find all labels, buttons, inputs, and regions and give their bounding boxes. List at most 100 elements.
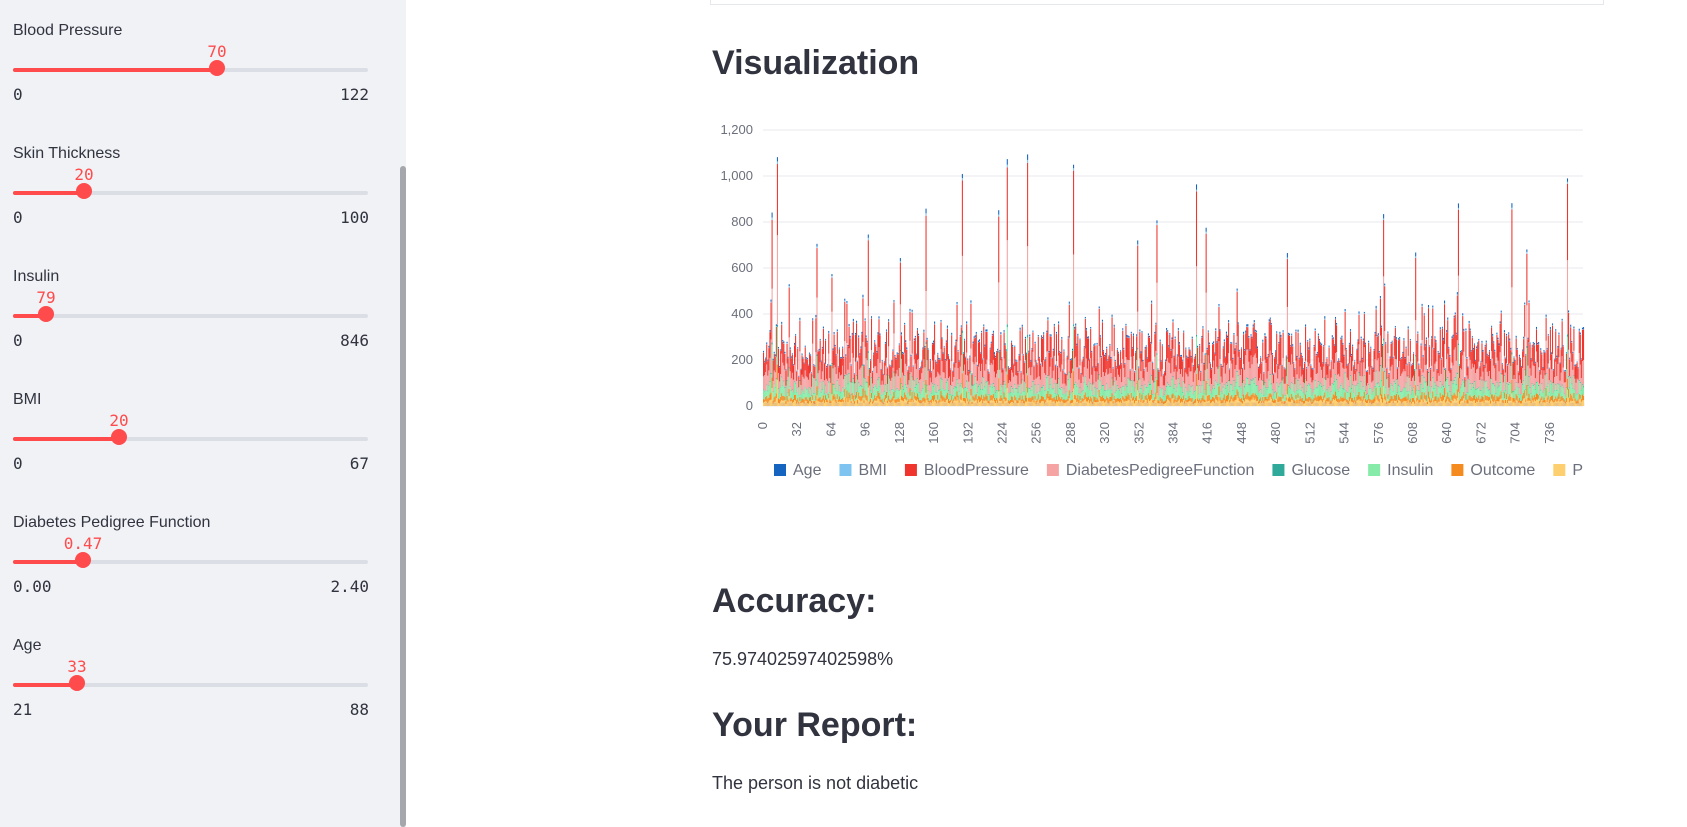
- bar-segment: [924, 402, 926, 406]
- bar-segment: [1223, 339, 1225, 342]
- bar-segment: [1064, 373, 1066, 384]
- bar-segment: [976, 366, 978, 381]
- bar-segment: [1034, 384, 1036, 386]
- bar-segment: [1015, 374, 1017, 389]
- bar-segment: [862, 364, 864, 366]
- bar-segment: [915, 384, 917, 385]
- bar-segment: [1155, 324, 1157, 351]
- bar-segment: [951, 335, 953, 362]
- bar-segment: [819, 338, 821, 340]
- slider-thumb[interactable]: [38, 306, 54, 322]
- bar-segment: [1094, 396, 1096, 403]
- slider-track[interactable]: 79: [13, 288, 368, 322]
- bar-segment: [918, 334, 920, 336]
- bar-segment: [1139, 377, 1141, 379]
- bar-segment: [1204, 399, 1206, 403]
- bar-segment: [898, 402, 900, 406]
- bar-segment: [999, 351, 1001, 352]
- bar-segment: [1084, 392, 1086, 399]
- bar-segment: [776, 157, 778, 162]
- bar-segment: [774, 354, 776, 356]
- bar-segment: [932, 385, 935, 387]
- bar-segment: [1177, 394, 1179, 401]
- bar-segment: [781, 376, 783, 378]
- bar-segment: [975, 383, 977, 384]
- bar-segment: [838, 349, 840, 373]
- bar-segment: [1213, 385, 1215, 398]
- bar-segment: [873, 402, 875, 406]
- bar-segment: [1280, 382, 1282, 397]
- bar-segment: [1141, 385, 1143, 395]
- bar-segment: [895, 399, 897, 403]
- bar-segment: [974, 335, 976, 338]
- bar-segment: [951, 386, 953, 396]
- bar-segment: [1175, 366, 1177, 380]
- slider-track[interactable]: 0.47: [13, 534, 368, 568]
- bar-segment: [1248, 361, 1250, 385]
- bar-segment: [1218, 341, 1220, 366]
- slider-thumb[interactable]: [69, 675, 85, 691]
- bar-segment: [1119, 390, 1121, 391]
- bar-segment: [949, 358, 951, 360]
- slider-skin-thickness: Skin Thickness 20 0 100: [13, 145, 369, 263]
- bar-segment: [1057, 399, 1059, 402]
- bar-segment: [949, 403, 951, 406]
- bar-segment: [1126, 337, 1128, 360]
- bar-chart[interactable]: 02004006008001,0001,2000 32 64 96 128 160 192 2…: [706, 110, 1606, 530]
- bar-segment: [928, 370, 930, 386]
- bar-segment: [857, 360, 859, 362]
- bar-segment: [1318, 339, 1320, 341]
- bar-segment: [852, 377, 854, 379]
- bar-segment: [957, 395, 959, 401]
- bar-segment: [1004, 396, 1006, 402]
- bar-segment: [1241, 367, 1244, 369]
- slider-thumb[interactable]: [111, 429, 127, 445]
- bar-segment: [1320, 382, 1322, 384]
- bar-segment: [1206, 383, 1208, 384]
- bar-segment: [1338, 391, 1340, 392]
- bar-segment: [1115, 402, 1117, 406]
- bar-segment: [891, 359, 893, 361]
- bar-segment: [1322, 362, 1324, 364]
- bar-segment: [1219, 383, 1221, 385]
- slider-track[interactable]: 20: [13, 165, 368, 199]
- bar-segment: [922, 397, 924, 402]
- bar-segment: [1159, 396, 1161, 402]
- slider-thumb[interactable]: [209, 60, 225, 76]
- bar-segment: [938, 357, 940, 359]
- bar-segment: [1323, 395, 1325, 400]
- bar-segment: [1127, 337, 1129, 339]
- bar-segment: [1109, 401, 1111, 406]
- bar-segment: [831, 394, 833, 406]
- bar-segment: [816, 395, 818, 406]
- bar-segment: [1235, 381, 1237, 383]
- bar-segment: [806, 377, 808, 389]
- bar-segment: [814, 400, 816, 404]
- bar-segment: [899, 351, 901, 378]
- bar-segment: [952, 403, 954, 406]
- bar-segment: [1111, 314, 1113, 317]
- slider-thumb[interactable]: [75, 552, 91, 568]
- bar-segment: [1333, 381, 1335, 396]
- bar-segment: [1178, 369, 1180, 384]
- bar-segment: [808, 373, 811, 387]
- bar-segment: [829, 392, 831, 400]
- bar-segment: [1111, 378, 1113, 394]
- bar-segment: [1143, 380, 1145, 391]
- slider-track[interactable]: 33: [13, 657, 368, 691]
- bar-segment: [1081, 391, 1083, 392]
- bar-segment: [1160, 403, 1162, 406]
- bar-segment: [1282, 394, 1284, 399]
- bar-segment: [1122, 329, 1124, 331]
- slider-track[interactable]: 20: [13, 411, 368, 445]
- bar-segment: [835, 402, 837, 406]
- slider-thumb[interactable]: [76, 183, 92, 199]
- bar-segment: [832, 350, 834, 369]
- bar-segment: [1031, 367, 1033, 387]
- bar-segment: [1235, 344, 1237, 345]
- bar-segment: [843, 399, 845, 403]
- bar-segment: [849, 335, 851, 338]
- slider-track[interactable]: 70: [13, 42, 368, 76]
- bar-segment: [1036, 392, 1038, 399]
- bar-segment: [903, 397, 905, 402]
